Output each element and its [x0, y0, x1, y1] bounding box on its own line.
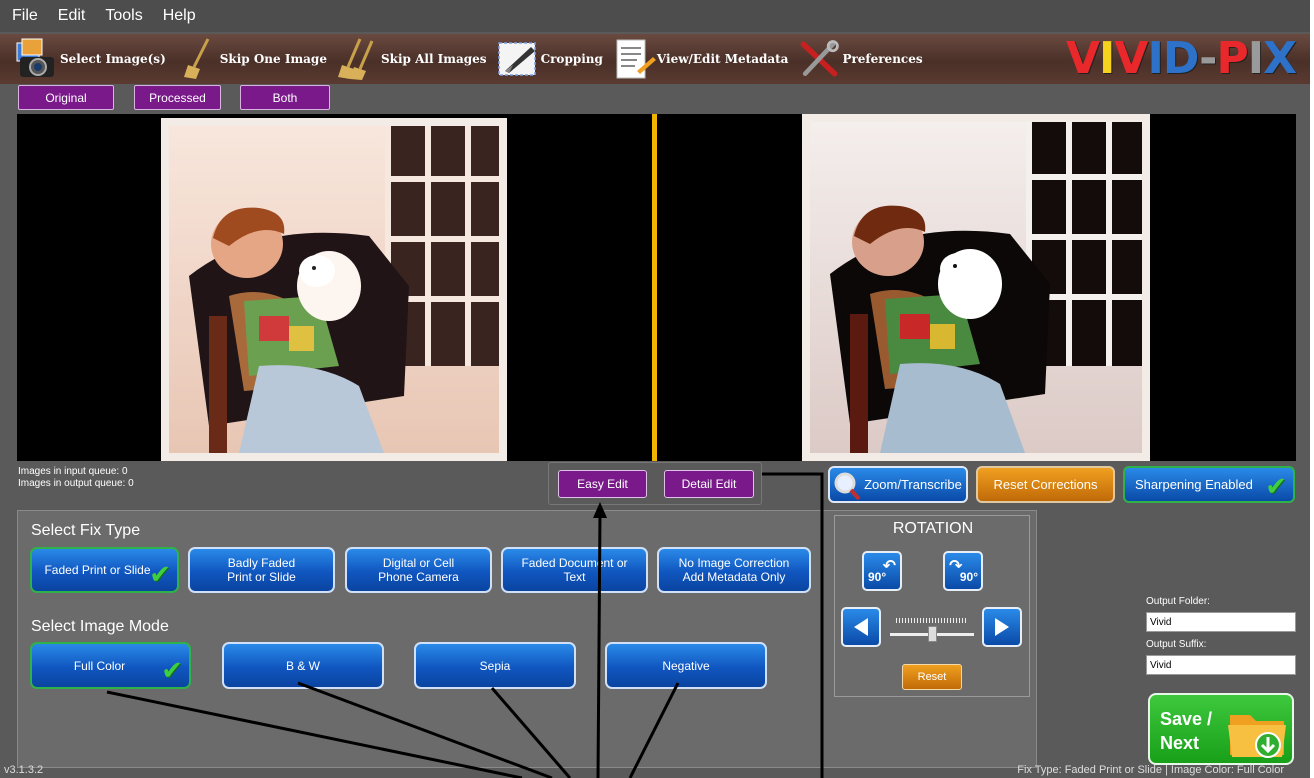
logo-letter: I	[1147, 33, 1163, 84]
toolbar: Select Image(s) Skip One Image Skip All …	[0, 34, 1310, 84]
rotation-title: ROTATION	[892, 520, 974, 537]
slider-thumb[interactable]	[927, 626, 937, 642]
magnifier-icon	[833, 471, 861, 501]
preferences-button[interactable]: Preferences	[796, 34, 923, 84]
view-processed-button[interactable]: Processed	[134, 85, 221, 110]
output-suffix-input[interactable]	[1146, 655, 1296, 675]
logo-letter: X	[1263, 33, 1297, 84]
skip-one-button[interactable]: Skip One Image	[174, 34, 327, 84]
fix-type-title: Select Fix Type	[31, 522, 141, 539]
tools-icon	[796, 37, 842, 81]
brooms-icon	[335, 37, 381, 81]
output-suffix-label: Output Suffix:	[1146, 639, 1207, 650]
skip-one-label: Skip One Image	[219, 52, 327, 66]
original-photo	[161, 118, 507, 461]
camera-icon	[14, 37, 60, 81]
split-divider[interactable]	[652, 114, 657, 461]
arrow-right-icon	[995, 618, 1009, 636]
fix-no-correction-button[interactable]: No Image Correction Add Metadata Only	[657, 547, 811, 593]
mode-negative-button[interactable]: Negative	[605, 642, 767, 689]
fix-faded-document-button[interactable]: Faded Document or Text	[501, 547, 648, 593]
next-label: Next	[1160, 733, 1200, 753]
crop-knife-icon	[495, 37, 541, 81]
reset-corrections-button[interactable]: Reset Corrections	[976, 466, 1115, 503]
rotate-left-button[interactable]: ↶ 90°	[862, 551, 902, 591]
image-mode-title: Select Image Mode	[31, 618, 169, 635]
mode-sepia-button[interactable]: Sepia	[414, 642, 576, 689]
logo-letter: V	[1114, 33, 1148, 84]
fix-digital-camera-button[interactable]: Digital or Cell Phone Camera	[345, 547, 492, 593]
easy-edit-button[interactable]: Easy Edit	[558, 470, 647, 498]
fix-option-label: No Image Correction Add Metadata Only	[678, 556, 790, 584]
skip-all-button[interactable]: Skip All Images	[335, 34, 487, 84]
zoom-transcribe-button[interactable]: Zoom/Transcribe	[828, 466, 968, 503]
logo-letter: I	[1099, 33, 1115, 84]
view-original-button[interactable]: Original	[18, 85, 114, 110]
checkmark-icon: ✔	[1265, 471, 1287, 501]
detail-edit-button[interactable]: Detail Edit	[664, 470, 754, 498]
arrow-left-icon	[854, 618, 868, 636]
status-text: Fix Type: Faded Print or Slide | Image C…	[1017, 764, 1284, 776]
view-both-button[interactable]: Both	[240, 85, 330, 110]
logo-letter: V	[1065, 33, 1100, 84]
menu-edit[interactable]: Edit	[58, 7, 86, 25]
menu-bar: File Edit Tools Help	[0, 0, 1310, 32]
folder-download-icon	[1226, 705, 1290, 766]
app-window: File Edit Tools Help Select Image(s) Ski…	[0, 0, 1310, 778]
skip-all-label: Skip All Images	[380, 52, 487, 66]
vivid-pix-logo: VIVID-PIX	[1065, 33, 1297, 84]
menu-help[interactable]: Help	[163, 7, 196, 25]
preferences-label: Preferences	[842, 52, 923, 66]
rotate-right-button[interactable]: ↷ 90°	[943, 551, 983, 591]
broom-icon	[174, 37, 220, 81]
select-images-button[interactable]: Select Image(s)	[14, 34, 166, 84]
menu-file[interactable]: File	[12, 7, 38, 25]
menu-tools[interactable]: Tools	[105, 7, 142, 25]
mode-option-label: B & W	[285, 658, 320, 673]
fix-option-label: Faded Print or Slide	[44, 563, 151, 577]
document-pencil-icon	[611, 37, 657, 81]
save-label: Save /	[1160, 709, 1213, 729]
mode-option-label: Negative	[662, 658, 710, 673]
metadata-button[interactable]: View/Edit Metadata	[611, 34, 789, 84]
output-folder-label: Output Folder:	[1146, 596, 1210, 607]
logo-letter: D	[1162, 33, 1200, 84]
output-queue-text: Images in output queue: 0	[18, 478, 134, 489]
fix-option-label: Badly Faded Print or Slide	[227, 556, 296, 584]
output-folder-input[interactable]	[1146, 612, 1296, 632]
logo-letter: P	[1216, 33, 1248, 84]
mode-option-label: Full Color	[73, 658, 126, 673]
metadata-label: View/Edit Metadata	[656, 52, 789, 66]
queue-info: Images in input queue: 0 Images in outpu…	[18, 466, 134, 490]
slider-ticks	[896, 618, 968, 623]
logo-letter: I	[1247, 33, 1264, 84]
fix-option-label: Digital or Cell Phone Camera	[378, 556, 459, 584]
input-queue-text: Images in input queue: 0	[18, 466, 128, 477]
select-images-label: Select Image(s)	[60, 52, 166, 66]
cropping-button[interactable]: Cropping	[495, 34, 603, 84]
processed-photo	[802, 114, 1150, 461]
fix-badly-faded-button[interactable]: Badly Faded Print or Slide	[188, 547, 335, 593]
cropping-label: Cropping	[540, 52, 603, 66]
save-next-button[interactable]: Save / Next	[1148, 693, 1294, 765]
logo-letter: -	[1199, 33, 1217, 84]
mode-bw-button[interactable]: B & W	[222, 642, 384, 689]
fix-option-label: Faded Document or Text	[521, 556, 628, 584]
mode-option-label: Sepia	[479, 658, 511, 673]
sharpening-label: Sharpening Enabled	[1135, 477, 1253, 492]
window-edge	[1310, 0, 1314, 778]
rotate-left-label: 90°	[868, 570, 887, 584]
rotation-reset-button[interactable]: Reset	[902, 664, 962, 690]
rotation-slider[interactable]	[890, 615, 974, 643]
checkmark-icon: ✔	[161, 655, 183, 685]
nudge-right-button[interactable]	[982, 607, 1022, 647]
checkmark-icon: ✔	[149, 559, 171, 589]
nudge-left-button[interactable]	[841, 607, 881, 647]
rotate-right-label: 90°	[959, 570, 978, 584]
fix-faded-print-button[interactable]: Faded Print or Slide ✔	[30, 547, 179, 593]
mode-full-color-button[interactable]: Full Color ✔	[30, 642, 191, 689]
version-text: v3.1.3.2	[4, 764, 44, 776]
sharpening-toggle[interactable]: Sharpening Enabled ✔	[1123, 466, 1295, 503]
